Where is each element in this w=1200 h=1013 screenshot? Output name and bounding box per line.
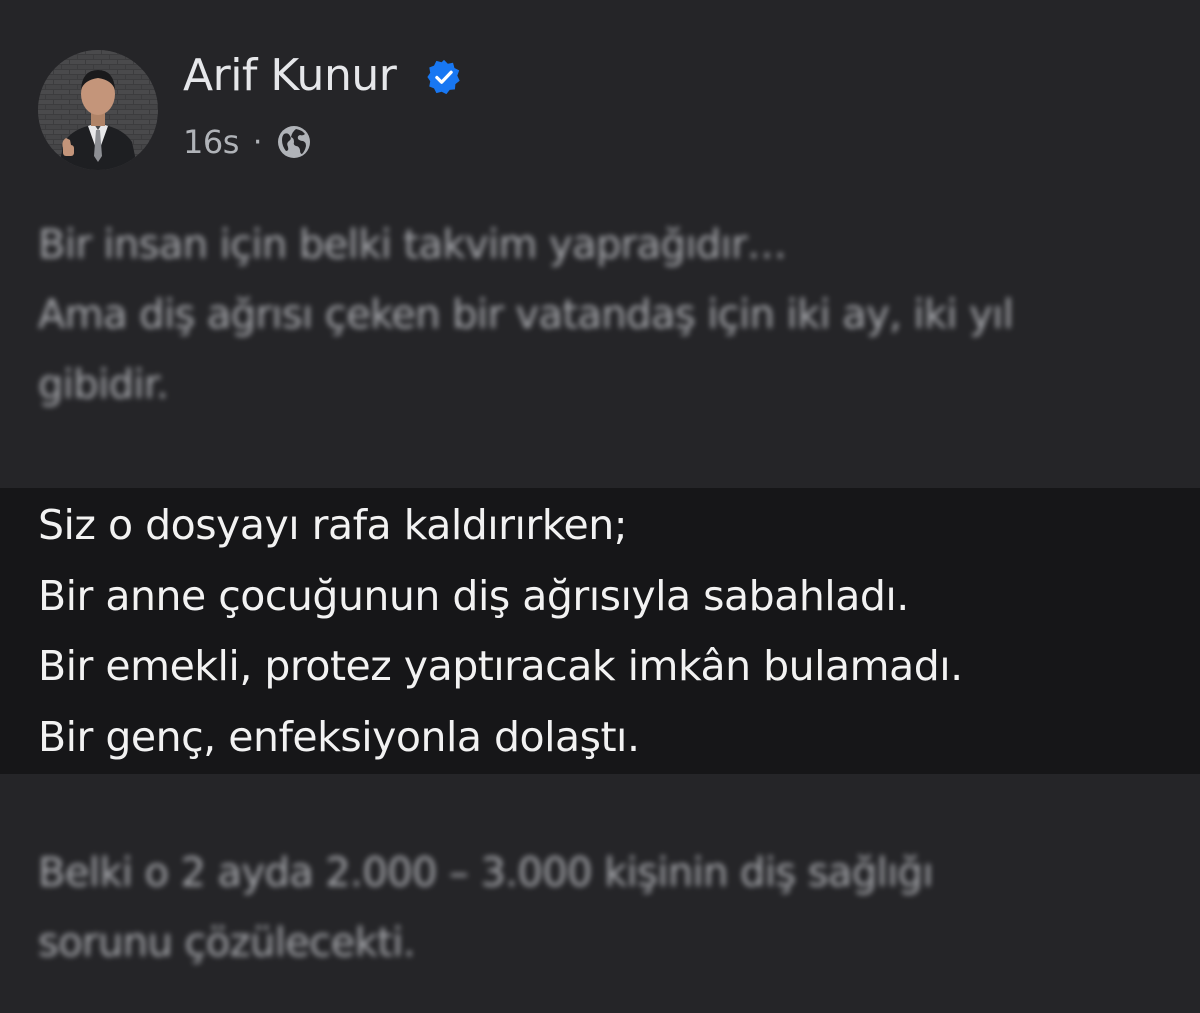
post-text-line: Bir genç, enfeksiyonla dolaştı. (38, 712, 640, 761)
post-paragraph-first: Bir insan için belki takvim yaprağıdır… … (38, 210, 1014, 420)
post-text-line: Bir emekli, protez yaptıracak imkân bula… (38, 642, 963, 690)
post-paragraph-highlighted: Siz o dosyayı rafa kaldırırken; Bir anne… (38, 490, 963, 772)
post-text-line: Siz o dosyayı rafa kaldırırken; (38, 501, 628, 549)
verified-badge-icon (427, 59, 460, 95)
profile-photo (38, 50, 158, 170)
facebook-post: Arif Kunur 16s · Bir insan için belki ta… (0, 0, 1200, 1013)
globe-icon[interactable] (276, 124, 312, 160)
author-name[interactable]: Arif Kunur (183, 50, 397, 102)
post-text-line: sorunu çözülecekti. (38, 920, 416, 966)
post-text-line: Bir insan için belki takvim yaprağıdır… (38, 222, 787, 268)
post-paragraph-last: Belki o 2 ayda 2.000 – 3.000 kişinin diş… (38, 838, 934, 978)
post-text-line: Bir anne çocuğunun diş ağrısıyla sabahla… (38, 571, 909, 620)
post-timestamp[interactable]: 16s (183, 123, 239, 161)
post-text-line: Ama diş ağrısı çeken bir vatandaş için i… (38, 292, 1014, 338)
post-text-line: gibidir. (38, 362, 169, 408)
post-meta: 16s · (183, 120, 312, 164)
meta-separator: · (252, 124, 263, 160)
post-text-line: Belki o 2 ayda 2.000 – 3.000 kişinin diş… (38, 850, 934, 896)
avatar[interactable] (38, 50, 158, 170)
